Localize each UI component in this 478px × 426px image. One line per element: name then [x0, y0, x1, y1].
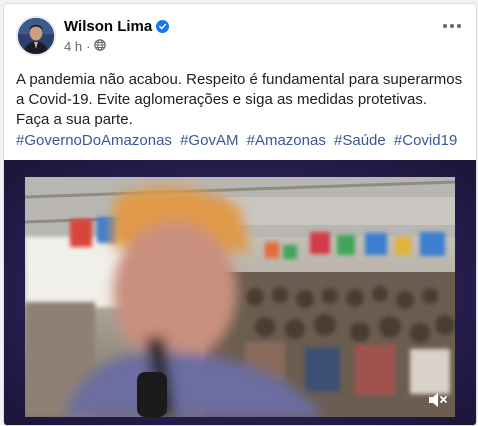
- meta-separator: ·: [86, 39, 91, 54]
- hashtag-link[interactable]: #Amazonas: [247, 132, 326, 149]
- avatar[interactable]: [16, 16, 56, 56]
- video-scene: [25, 177, 455, 417]
- post-text: A pandemia não acabou. Respeito é fundam…: [16, 71, 463, 128]
- mute-icon[interactable]: [427, 389, 449, 411]
- post-meta: 4 h ·: [64, 39, 107, 54]
- more-options-icon[interactable]: [440, 16, 464, 36]
- verified-badge-icon: [156, 20, 170, 33]
- video-frame[interactable]: [25, 177, 455, 417]
- author-row: Wilson Lima: [64, 18, 170, 35]
- hashtags: #GovernoDoAmazonas #GovAM #Amazonas #Saú…: [16, 131, 461, 151]
- post-timestamp[interactable]: 4 h: [64, 39, 82, 54]
- hashtag-link[interactable]: #Saúde: [334, 132, 386, 149]
- post-header: Wilson Lima 4 h ·: [16, 16, 464, 62]
- avatar-image: [18, 18, 54, 54]
- hashtag-link[interactable]: #GovAM: [180, 132, 238, 149]
- author-name[interactable]: Wilson Lima: [64, 18, 152, 35]
- post-card: Wilson Lima 4 h · A pandemia não acabou.…: [3, 3, 477, 426]
- hashtag-link[interactable]: #Covid19: [394, 132, 457, 149]
- globe-icon[interactable]: [94, 39, 107, 54]
- hashtag-link[interactable]: #GovernoDoAmazonas: [16, 132, 172, 149]
- video-player[interactable]: [4, 160, 476, 425]
